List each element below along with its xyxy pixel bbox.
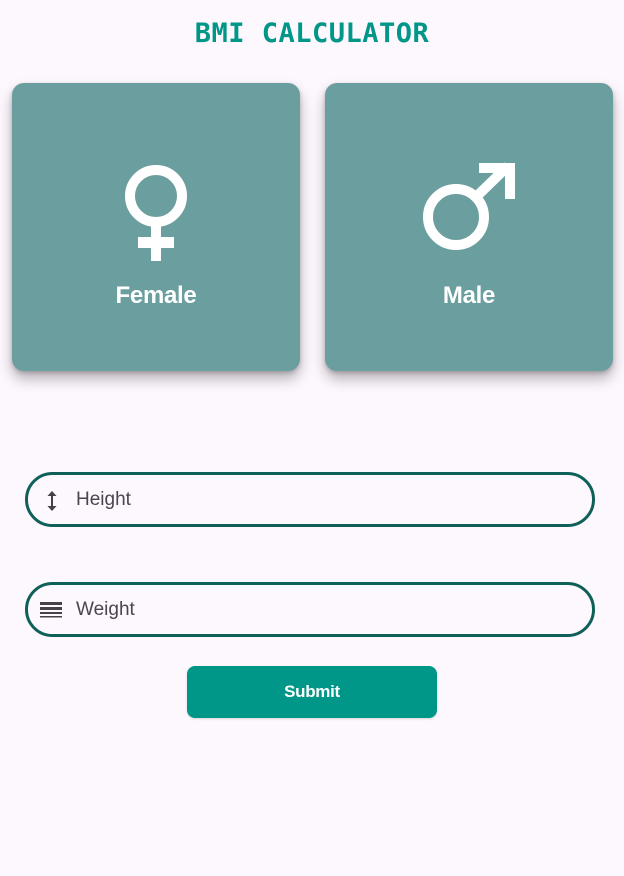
weight-field[interactable] (25, 582, 595, 637)
height-arrows-icon (47, 491, 57, 511)
weight-input[interactable] (76, 585, 576, 634)
gender-card-male[interactable]: Male (325, 83, 613, 371)
weight-lines-icon (40, 602, 62, 618)
male-symbol-icon (423, 162, 515, 250)
gender-label-male: Male (442, 282, 496, 309)
height-field[interactable] (25, 472, 595, 527)
height-input[interactable] (76, 475, 576, 524)
gender-label-female: Female (115, 282, 197, 309)
submit-button[interactable]: Submit (187, 666, 437, 718)
bmi-calculator-screen: BMI CALCULATOR Female Male Height Weight… (0, 0, 624, 876)
page-title: BMI CALCULATOR (194, 18, 430, 49)
female-symbol-icon (125, 165, 187, 261)
gender-card-female[interactable]: Female (12, 83, 300, 371)
